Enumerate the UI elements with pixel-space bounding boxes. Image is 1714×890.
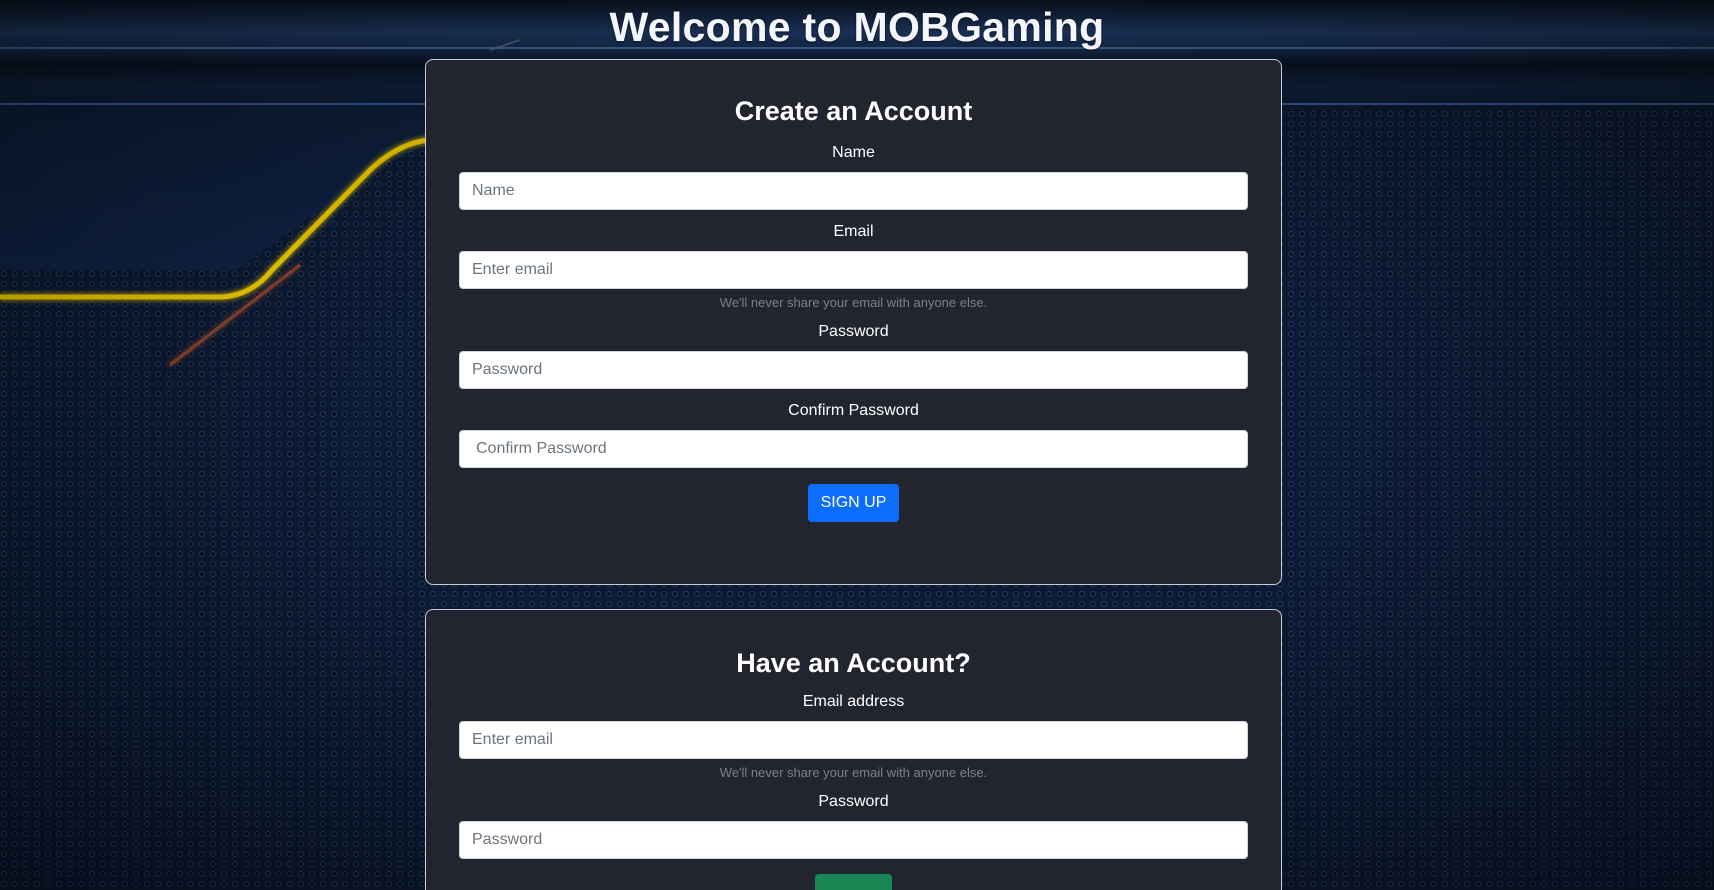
page-header: Welcome to MOBGaming: [0, 0, 1714, 51]
background-left-panel: [0, 100, 430, 270]
left-glow-line: [0, 137, 431, 300]
signup-title: Create an Account: [734, 96, 973, 126]
page-title: Welcome to MOBGaming: [609, 4, 1105, 50]
login-title: Have an Account?: [736, 648, 971, 678]
signup-email-label: Email: [833, 223, 874, 240]
signup-email-input[interactable]: [459, 251, 1248, 289]
login-password-label: Password: [818, 793, 889, 810]
login-password-input[interactable]: [459, 821, 1248, 859]
login-button[interactable]: [815, 874, 892, 890]
signup-card: Create an Account Name Email We'll never…: [425, 59, 1282, 585]
login-email-input[interactable]: [459, 721, 1248, 759]
sign-up-button[interactable]: SIGN UP: [807, 484, 900, 522]
login-email-help: We'll never share your email with anyone…: [719, 765, 988, 780]
signup-email-help: We'll never share your email with anyone…: [719, 295, 988, 310]
signup-name-input[interactable]: [459, 172, 1248, 210]
signup-confirm-password-input[interactable]: [459, 430, 1248, 468]
signup-name-label: Name: [832, 144, 875, 161]
signup-confirm-password-label: Confirm Password: [788, 402, 919, 419]
login-email-label: Email address: [802, 693, 905, 710]
signup-password-label: Password: [818, 323, 889, 340]
login-card: Have an Account? Email address We'll nev…: [425, 609, 1282, 890]
signup-password-input[interactable]: [459, 351, 1248, 389]
